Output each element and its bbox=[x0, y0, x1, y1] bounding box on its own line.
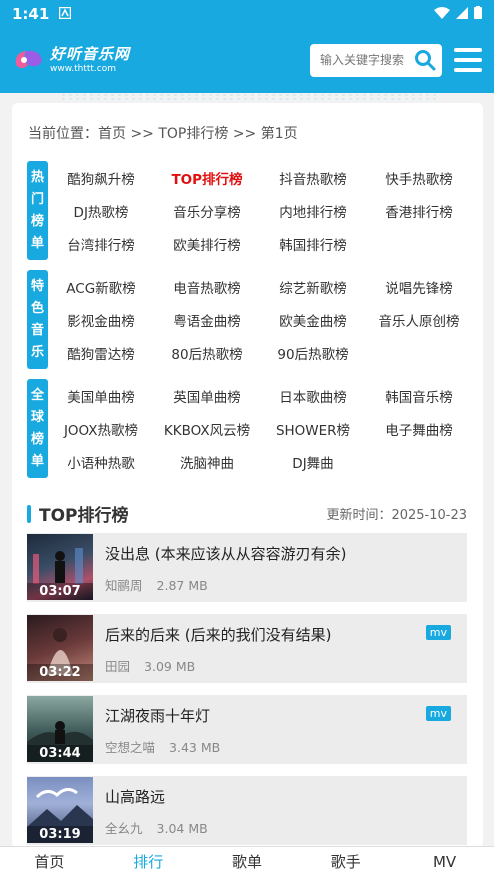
category-link[interactable]: 80后热歌榜 bbox=[154, 343, 260, 363]
song-size: 3.43 MB bbox=[169, 740, 221, 755]
category-link[interactable]: 韩国排行榜 bbox=[260, 234, 366, 254]
song-item[interactable]: 03:44 江湖夜雨十年灯 空想之喵 3.43 MB mv bbox=[27, 695, 467, 764]
logo-title: 好听音乐网 bbox=[50, 44, 131, 63]
song-size: 3.04 MB bbox=[156, 821, 208, 836]
status-bar: 1:41 bbox=[0, 0, 494, 27]
notification-icon bbox=[59, 5, 72, 23]
category-link[interactable]: 电音热歌榜 bbox=[154, 277, 260, 297]
category-link[interactable]: SHOWER榜 bbox=[260, 419, 366, 439]
song-size: 3.09 MB bbox=[144, 659, 196, 674]
song-artist[interactable]: 田园 bbox=[105, 659, 130, 674]
category-link[interactable]: KKBOX风云榜 bbox=[154, 419, 260, 439]
category-group-global: 全球榜单 美国单曲榜 英国单曲榜 日本歌曲榜 韩国音乐榜 JOOX热歌榜 KKB… bbox=[27, 379, 472, 478]
category-link[interactable]: 粤语金曲榜 bbox=[154, 310, 260, 330]
breadcrumb: 当前位置：首页 >> TOP排行榜 >> 第1页 bbox=[28, 126, 298, 142]
category-link[interactable]: 音乐人原创榜 bbox=[366, 310, 472, 330]
category-group-hot: 热门榜单 酷狗飙升榜 TOP排行榜 抖音热歌榜 快手热歌榜 DJ热歌榜 音乐分享… bbox=[27, 161, 472, 260]
section-header: TOP排行榜 更新时间：2025-10-23 bbox=[27, 501, 467, 526]
category-link[interactable]: 美国单曲榜 bbox=[48, 386, 154, 406]
category-link[interactable]: 综艺新歌榜 bbox=[260, 277, 366, 297]
group-tag: 全球榜单 bbox=[27, 379, 48, 478]
signal-icon bbox=[456, 5, 468, 23]
song-list: 03:07 没出息 (本来应该从从容容游刃有余) 知鹂周 2.87 MB 03:2… bbox=[27, 533, 467, 848]
category-link[interactable]: 90后热歌榜 bbox=[260, 343, 366, 363]
category-link[interactable]: 英国单曲榜 bbox=[154, 386, 260, 406]
category-link[interactable]: 日本歌曲榜 bbox=[260, 386, 366, 406]
main-card: 当前位置：首页 >> TOP排行榜 >> 第1页 热门榜单 酷狗飙升榜 TOP排… bbox=[12, 103, 483, 848]
mv-badge[interactable]: mv bbox=[425, 625, 451, 640]
category-link[interactable]: 影视金曲榜 bbox=[48, 310, 154, 330]
section-title: TOP排行榜 bbox=[39, 506, 129, 526]
song-size: 2.87 MB bbox=[156, 578, 208, 593]
category-link[interactable]: ACG新歌榜 bbox=[48, 277, 154, 297]
song-cover[interactable]: 03:44 bbox=[27, 696, 93, 762]
category-link[interactable]: 音乐分享榜 bbox=[154, 201, 260, 221]
category-link[interactable]: 快手热歌榜 bbox=[366, 168, 472, 188]
status-time: 1:41 bbox=[12, 4, 50, 23]
nav-ranking[interactable]: 排行 bbox=[99, 847, 198, 878]
nav-home[interactable]: 首页 bbox=[0, 847, 99, 878]
group-tag: 特色音乐 bbox=[27, 270, 48, 369]
category-link[interactable]: 韩国音乐榜 bbox=[366, 386, 472, 406]
category-link[interactable]: 电子舞曲榜 bbox=[366, 419, 472, 439]
category-link[interactable]: 内地排行榜 bbox=[260, 201, 366, 221]
song-duration: 03:44 bbox=[27, 745, 93, 762]
category-link[interactable]: 台湾排行榜 bbox=[48, 234, 154, 254]
category-link[interactable]: 洗脑神曲 bbox=[154, 452, 260, 472]
song-duration: 03:22 bbox=[27, 664, 93, 681]
category-link[interactable]: DJ舞曲 bbox=[260, 452, 366, 472]
nav-singer[interactable]: 歌手 bbox=[296, 847, 395, 878]
group-tag: 热门榜单 bbox=[27, 161, 48, 260]
app-header: 好听音乐网 www.thttt.com bbox=[0, 27, 494, 93]
search-input[interactable] bbox=[320, 53, 412, 67]
song-duration: 03:07 bbox=[27, 583, 93, 600]
category-group-featured: 特色音乐 ACG新歌榜 电音热歌榜 综艺新歌榜 说唱先锋榜 影视金曲榜 粤语金曲… bbox=[27, 270, 472, 369]
song-item[interactable]: 03:22 后来的后来 (后来的我们没有结果) 田园 3.09 MB mv bbox=[27, 614, 467, 683]
song-cover[interactable]: 03:22 bbox=[27, 615, 93, 681]
site-logo[interactable]: 好听音乐网 www.thttt.com bbox=[12, 45, 130, 75]
song-duration: 03:19 bbox=[27, 826, 93, 843]
search-icon[interactable] bbox=[414, 49, 436, 71]
category-link[interactable]: 说唱先锋榜 bbox=[366, 277, 472, 297]
song-title[interactable]: 没出息 (本来应该从从容容游刃有余) bbox=[105, 543, 467, 564]
song-cover[interactable]: 03:07 bbox=[27, 534, 93, 600]
song-artist[interactable]: 知鹂周 bbox=[105, 578, 143, 593]
bottom-nav: 首页 排行 歌单 歌手 MV bbox=[0, 846, 494, 878]
song-title[interactable]: 山高路远 bbox=[105, 786, 467, 807]
category-link[interactable]: 欧美排行榜 bbox=[154, 234, 260, 254]
wifi-icon bbox=[434, 5, 450, 23]
song-title[interactable]: 后来的后来 (后来的我们没有结果) bbox=[105, 624, 467, 645]
nav-mv[interactable]: MV bbox=[395, 847, 494, 878]
song-item[interactable]: 03:19 山高路远 全幺九 3.04 MB bbox=[27, 776, 467, 845]
status-icons bbox=[434, 5, 482, 23]
category-link[interactable]: 小语种热歌 bbox=[48, 452, 154, 472]
category-link[interactable]: 欧美金曲榜 bbox=[260, 310, 366, 330]
category-link-active[interactable]: TOP排行榜 bbox=[154, 168, 260, 188]
category-link[interactable]: 抖音热歌榜 bbox=[260, 168, 366, 188]
song-item[interactable]: 03:07 没出息 (本来应该从从容容游刃有余) 知鹂周 2.87 MB bbox=[27, 533, 467, 602]
search-box bbox=[310, 43, 442, 77]
update-time: 更新时间：2025-10-23 bbox=[326, 508, 467, 523]
category-link[interactable]: JOOX热歌榜 bbox=[48, 419, 154, 439]
menu-icon[interactable] bbox=[454, 48, 482, 72]
song-artist[interactable]: 空想之喵 bbox=[105, 740, 155, 755]
song-title[interactable]: 江湖夜雨十年灯 bbox=[105, 705, 467, 726]
logo-url: www.thttt.com bbox=[50, 63, 117, 74]
battery-icon bbox=[474, 5, 482, 23]
song-artist[interactable]: 全幺九 bbox=[105, 821, 143, 836]
category-link[interactable]: DJ热歌榜 bbox=[48, 201, 154, 221]
section-accent-bar bbox=[27, 504, 31, 523]
category-link[interactable]: 香港排行榜 bbox=[366, 201, 472, 221]
category-link[interactable]: 酷狗雷达榜 bbox=[48, 343, 154, 363]
category-link[interactable]: 酷狗飙升榜 bbox=[48, 168, 154, 188]
mv-badge[interactable]: mv bbox=[425, 706, 451, 721]
category-groups: 热门榜单 酷狗飙升榜 TOP排行榜 抖音热歌榜 快手热歌榜 DJ热歌榜 音乐分享… bbox=[27, 161, 472, 488]
logo-icon bbox=[12, 45, 46, 75]
song-cover[interactable]: 03:19 bbox=[27, 777, 93, 843]
decorative-dots bbox=[60, 93, 440, 101]
nav-playlist[interactable]: 歌单 bbox=[198, 847, 297, 878]
